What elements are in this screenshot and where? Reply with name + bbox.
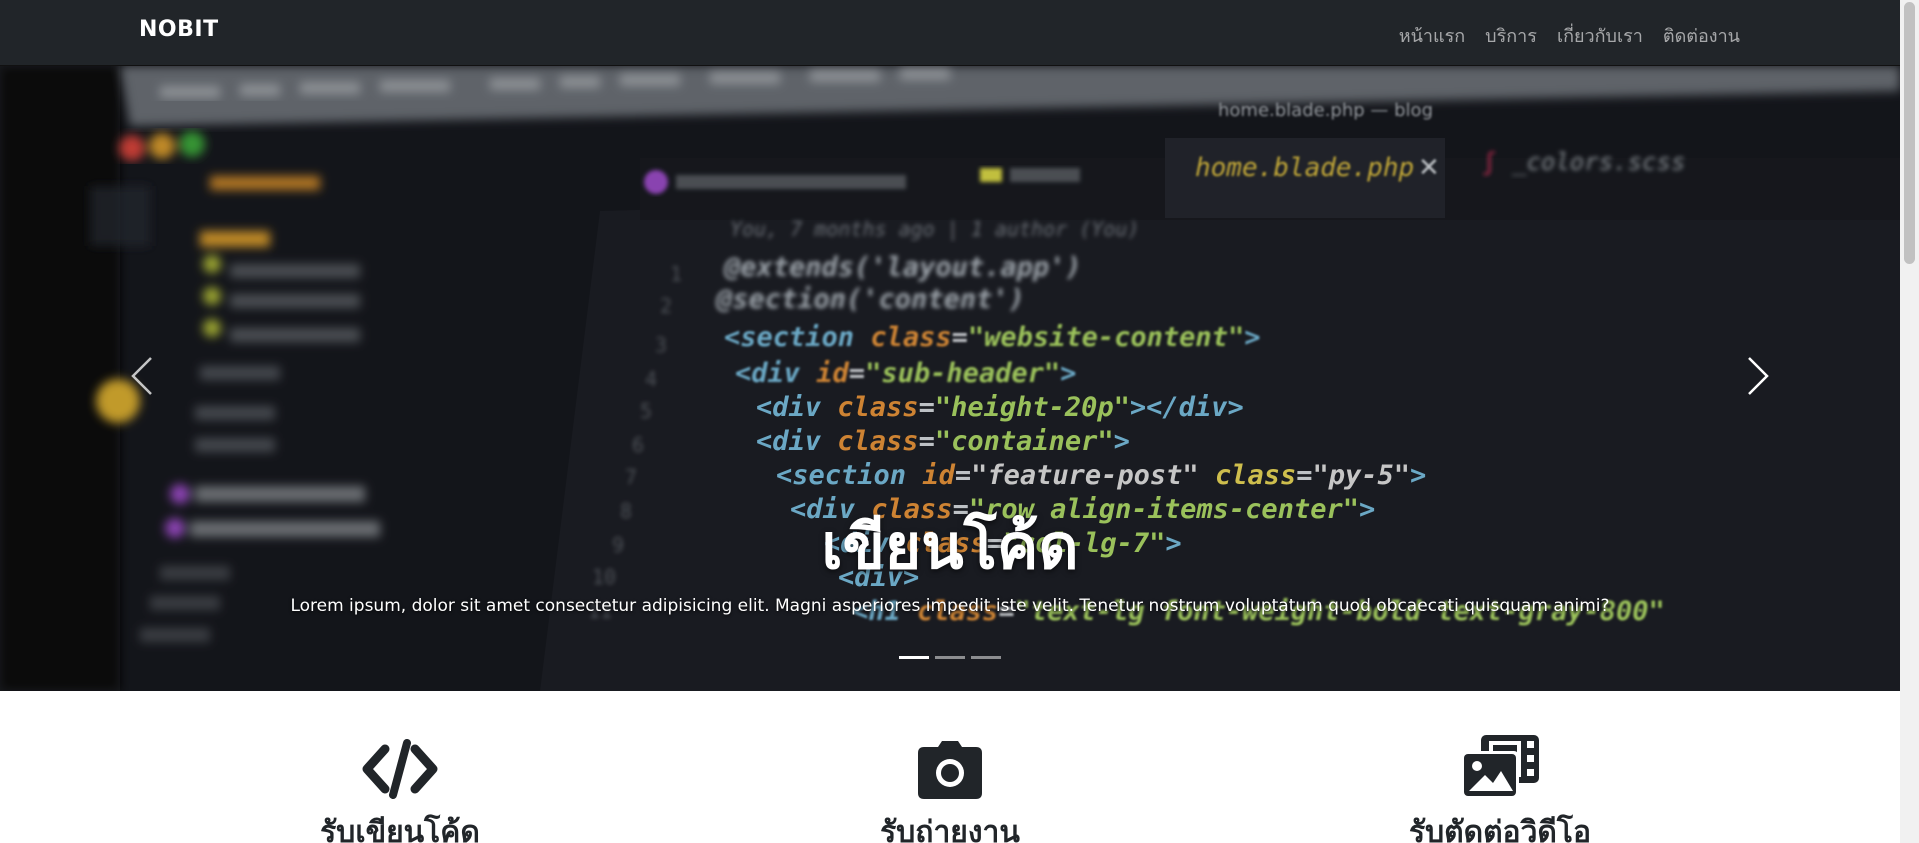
service-title: รับเขียนโค้ด [320,815,480,843]
carousel-indicator-2[interactable] [935,656,965,659]
carousel-indicator-1[interactable] [899,656,929,659]
nav-links: หน้าแรก บริการ เกี่ยวกับเรา ติดต่องาน [1399,21,1740,50]
hero-title: เขียนโค้ด [821,510,1079,583]
nav-link-services[interactable]: บริการ [1485,21,1537,50]
carousel-indicators [0,656,1900,659]
nav-link-about[interactable]: เกี่ยวกับเรา [1557,21,1643,50]
hero-description: Lorem ipsum, dolor sit amet consectetur … [290,596,1610,616]
service-title: รับถ่ายงาน [880,815,1020,843]
nav-link-contact[interactable]: ติดต่องาน [1663,21,1740,50]
brand-logo[interactable]: NOBIT [139,17,219,42]
page-scrollbar[interactable] [1900,0,1919,843]
chevron-left-icon [131,357,152,395]
camera-icon [750,691,1150,801]
service-video-editing: รับตัดต่อวิดีโอ [1300,691,1700,843]
carousel-indicator-3[interactable] [971,656,1001,659]
carousel-next-button[interactable] [1728,346,1788,406]
navbar: NOBIT หน้าแรก บริการ เกี่ยวกับเรา ติดต่อ… [0,0,1900,66]
service-photography: รับถ่ายงาน [750,691,1150,843]
carousel-prev-button[interactable] [112,346,172,406]
photo-film-icon [1300,691,1700,801]
service-title: รับตัดต่อวิดีโอ [1408,815,1592,843]
code-icon [200,691,600,801]
services-section: รับเขียนโค้ด รับถ่ายงาน รับตัดต่อวิดีโอ [0,691,1900,843]
scrollbar-thumb[interactable] [1904,2,1915,264]
service-coding: รับเขียนโค้ด [200,691,600,843]
chevron-right-icon [1748,357,1769,395]
hero-carousel: home.blade.php ✕ ʃ _colors.scss home.bla… [0,66,1900,691]
nav-link-home[interactable]: หน้าแรก [1399,21,1465,50]
